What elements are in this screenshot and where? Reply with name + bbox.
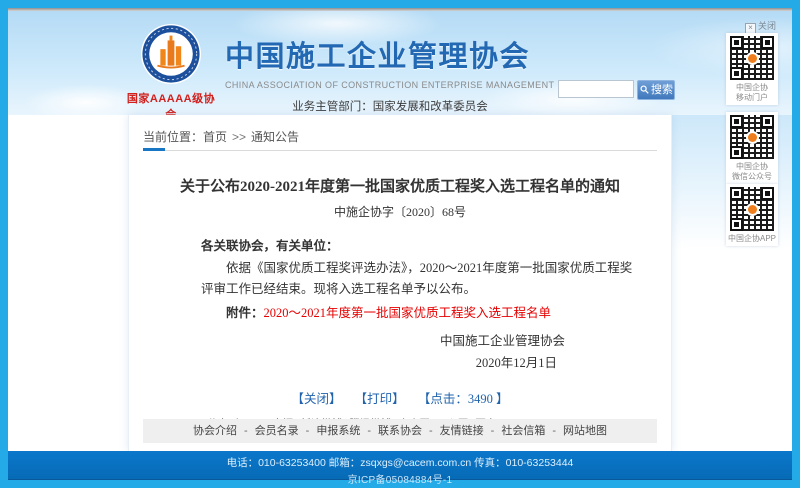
- search-button-label: 搜索: [651, 84, 673, 96]
- footer-nav-mailbox-link[interactable]: 社会信箱: [501, 425, 545, 437]
- footer-nav: 协会介绍-会员名录-申报系统-联系协会-友情链接-社会信箱-网站地图: [143, 419, 657, 443]
- article-title: 关于公布2020-2021年度第一批国家优质工程奖入选工程名单的通知: [159, 177, 641, 197]
- print-button[interactable]: 【打印】: [355, 392, 405, 406]
- breadcrumb: 当前位置：首页 >> 通知公告: [143, 128, 657, 145]
- footer-nav-separator: -: [367, 425, 371, 437]
- qr-card-app: 中国企协APP: [726, 184, 778, 246]
- hit-counter: 【点击：3490 】: [418, 392, 509, 406]
- search-icon: [640, 85, 649, 94]
- signature-org: 中国施工企业管理协会: [201, 330, 565, 352]
- search-button[interactable]: 搜索: [637, 80, 675, 100]
- footer-nav-separator: -: [244, 425, 248, 437]
- footer-nav-separator: -: [306, 425, 310, 437]
- breadcrumb-home-link[interactable]: 首页: [203, 130, 227, 144]
- article-actions: 【关闭】 【打印】 【点击：3490 】: [129, 388, 671, 407]
- article-salutation: 各关联协会，有关单位：: [201, 236, 643, 257]
- qr-card-wechat: 中国企协 微信公众号: [726, 112, 778, 184]
- org-logo-icon: [140, 23, 202, 85]
- org-seal-icon: [140, 23, 202, 85]
- qr-panel-close-button[interactable]: ×关闭: [745, 19, 776, 34]
- breadcrumb-label: 当前位置：: [143, 130, 203, 144]
- search-input[interactable]: [558, 80, 634, 98]
- signature-block: 中国施工企业管理协会 2020年12月1日: [201, 330, 565, 374]
- footer-nav-about-link[interactable]: 协会介绍: [193, 425, 237, 437]
- qr-close-label: 关闭: [758, 21, 776, 31]
- article-doc-number: 中施企协字〔2020〕68号: [129, 203, 671, 220]
- footer-icp-line: 京ICP备05084884号-1: [8, 471, 792, 486]
- site-header: 国家AAAAA级协会 中国施工企业管理协会 CHINA ASSOCIATION …: [8, 11, 792, 115]
- article-paragraph: 依据《国家优质工程奖评选办法》，2020～2021年度第一批国家优质工程奖评审工…: [201, 258, 643, 300]
- footer-nav-separator: -: [552, 425, 556, 437]
- org-title-block: 中国施工企业管理协会 CHINA ASSOCIATION OF CONSTRUC…: [225, 33, 555, 114]
- search-bar: 搜索: [558, 80, 675, 100]
- breadcrumb-underline: [143, 150, 657, 151]
- article: 关于公布2020-2021年度第一批国家优质工程奖入选工程名单的通知 中施企协字…: [129, 177, 671, 431]
- footer-nav-separator: -: [429, 425, 433, 437]
- org-name-cn: 中国施工企业管理协会: [225, 33, 555, 75]
- footer-nav-separator: -: [491, 425, 495, 437]
- close-article-button[interactable]: 【关闭】: [292, 392, 342, 406]
- attachment-row: 附件：2020～2021年度第一批国家优质工程奖入选工程名单: [201, 303, 643, 324]
- org-name-en: CHINA ASSOCIATION OF CONSTRUCTION ENTERP…: [225, 80, 555, 90]
- footer-contact-line: 电话：010-63253400 邮箱：zsqxgs@cacem.com.cn 传…: [8, 451, 792, 470]
- qr-code-icon: [730, 36, 774, 80]
- attachment-link[interactable]: 2020～2021年度第一批国家优质工程奖入选工程名单: [264, 306, 552, 320]
- content-panel: 当前位置：首页 >> 通知公告 关于公布2020-2021年度第一批国家优质工程奖入…: [128, 115, 672, 451]
- site-footer: 电话：010-63253400 邮箱：zsqxgs@cacem.com.cn 传…: [8, 451, 792, 480]
- qr-code-icon: [730, 115, 774, 159]
- footer-nav-sitemap-link[interactable]: 网站地图: [563, 425, 607, 437]
- qr-label: 中国企协 移动门户: [726, 83, 778, 103]
- breadcrumb-separator: >>: [232, 130, 246, 144]
- qr-card-mobile-portal: 中国企协 移动门户: [726, 33, 778, 105]
- footer-nav-members-link[interactable]: 会员名录: [255, 425, 299, 437]
- breadcrumb-current-link[interactable]: 通知公告: [251, 130, 299, 144]
- dept-line: 业务主管部门：国家发展和改革委员会: [225, 98, 555, 114]
- qr-label: 中国企协 微信公众号: [726, 162, 778, 182]
- article-body: 各关联协会，有关单位： 依据《国家优质工程奖评选办法》，2020～2021年度第…: [201, 236, 643, 374]
- qr-label: 中国企协APP: [726, 234, 778, 244]
- qr-code-icon: [730, 187, 774, 231]
- footer-nav-links-link[interactable]: 友情链接: [440, 425, 484, 437]
- footer-nav-apply-link[interactable]: 申报系统: [316, 425, 360, 437]
- footer-nav-contact-link[interactable]: 联系协会: [378, 425, 422, 437]
- attachment-label: 附件：: [226, 306, 264, 320]
- page-frame: 国家AAAAA级协会 中国施工企业管理协会 CHINA ASSOCIATION …: [0, 0, 800, 488]
- signature-date: 2020年12月1日: [201, 352, 557, 374]
